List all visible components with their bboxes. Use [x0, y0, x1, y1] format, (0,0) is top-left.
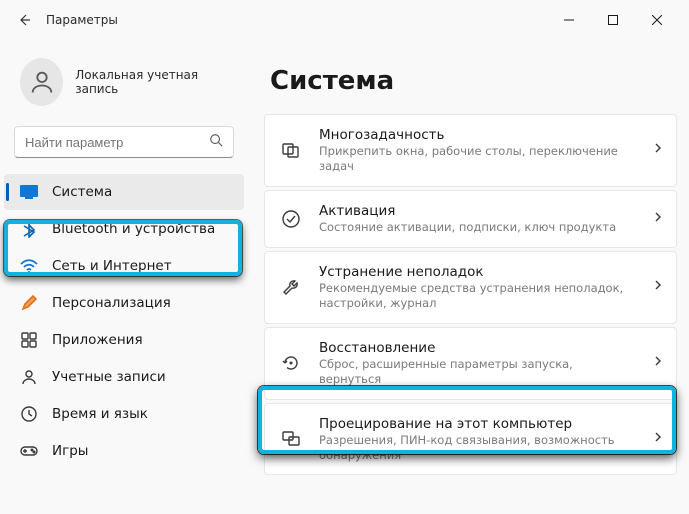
card-subtitle: Разрешения, ПИН-код связывания, возможно…	[319, 433, 636, 463]
card-multitasking[interactable]: Многозадачность Прикрепить окна, рабочие…	[264, 114, 677, 187]
window-title: Параметры	[46, 13, 118, 27]
search-input[interactable]	[25, 135, 201, 150]
page-title: Система	[270, 66, 677, 96]
sidebar-item-label: Сеть и Интернет	[52, 258, 172, 274]
card-title: Восстановление	[319, 340, 636, 356]
sidebar: Локальная учетная запись Система Bluetoo…	[0, 40, 252, 514]
sidebar-item-bluetooth[interactable]: Bluetooth и устройства	[4, 211, 244, 247]
sidebar-item-label: Bluetooth и устройства	[52, 221, 215, 237]
wifi-icon	[20, 257, 38, 275]
card-title: Активация	[319, 203, 636, 219]
maximize-button[interactable]	[591, 4, 635, 36]
chevron-right-icon	[652, 279, 664, 295]
minimize-icon	[564, 15, 574, 25]
sidebar-item-label: Персонализация	[52, 295, 171, 311]
multitask-icon	[279, 138, 303, 162]
checkmark-icon	[279, 207, 303, 231]
window-controls	[547, 4, 679, 36]
close-icon	[652, 15, 662, 25]
content-pane: Система Многозадачность Прикрепить окна,…	[252, 40, 689, 514]
card-subtitle: Рекомендуемые средства устранения непола…	[319, 281, 636, 311]
projecting-icon	[279, 427, 303, 451]
card-recovery[interactable]: Восстановление Сброс, расширенные параме…	[264, 327, 677, 400]
sidebar-item-label: Время и язык	[52, 406, 148, 422]
sidebar-item-label: Игры	[52, 443, 88, 459]
profile-subtitle: Локальная учетная запись	[75, 68, 228, 96]
sidebar-item-system[interactable]: Система	[4, 174, 244, 210]
maximize-icon	[608, 15, 618, 25]
sidebar-item-personalization[interactable]: Персонализация	[4, 285, 244, 321]
apps-icon	[20, 331, 38, 349]
sidebar-item-time[interactable]: Время и язык	[4, 396, 244, 432]
settings-card-list: Многозадачность Прикрепить окна, рабочие…	[264, 114, 677, 475]
brush-icon	[20, 294, 38, 312]
sidebar-item-network[interactable]: Сеть и Интернет	[4, 248, 244, 284]
card-projecting[interactable]: Проецирование на этот компьютер Разрешен…	[264, 403, 677, 476]
chevron-right-icon	[652, 211, 664, 227]
sidebar-item-apps[interactable]: Приложения	[4, 322, 244, 358]
close-button[interactable]	[635, 4, 679, 36]
minimize-button[interactable]	[547, 4, 591, 36]
chevron-right-icon	[652, 355, 664, 371]
search-icon	[209, 133, 223, 151]
person-icon	[28, 68, 56, 96]
card-activation[interactable]: Активация Состояние активации, подписки,…	[264, 190, 677, 248]
card-title: Многозадачность	[319, 127, 636, 143]
sidebar-item-label: Учетные записи	[52, 369, 166, 385]
sidebar-item-gaming[interactable]: Игры	[4, 433, 244, 469]
sidebar-item-accounts[interactable]: Учетные записи	[4, 359, 244, 395]
card-troubleshoot[interactable]: Устранение неполадок Рекомендуемые средс…	[264, 251, 677, 324]
avatar	[20, 58, 63, 106]
accounts-icon	[20, 368, 38, 386]
card-subtitle: Состояние активации, подписки, ключ прод…	[319, 220, 636, 235]
titlebar: Параметры	[0, 0, 689, 40]
recovery-icon	[279, 351, 303, 375]
card-subtitle: Прикрепить окна, рабочие столы, переключ…	[319, 144, 636, 174]
search-box[interactable]	[14, 126, 234, 158]
clock-icon	[20, 405, 38, 423]
chevron-right-icon	[652, 431, 664, 447]
nav-list: Система Bluetooth и устройства Сеть и Ин…	[0, 170, 248, 473]
profile-section[interactable]: Локальная учетная запись	[0, 40, 248, 126]
bluetooth-icon	[20, 220, 38, 238]
sidebar-item-label: Приложения	[52, 332, 143, 348]
back-button[interactable]	[10, 6, 38, 34]
card-title: Проецирование на этот компьютер	[319, 416, 636, 432]
sidebar-item-label: Система	[52, 184, 112, 200]
wrench-icon	[279, 275, 303, 299]
display-icon	[20, 183, 38, 201]
card-subtitle: Сброс, расширенные параметры запуска, ве…	[319, 357, 636, 387]
card-title: Устранение неполадок	[319, 264, 636, 280]
arrow-left-icon	[16, 12, 32, 28]
gamepad-icon	[20, 442, 38, 460]
chevron-right-icon	[652, 142, 664, 158]
